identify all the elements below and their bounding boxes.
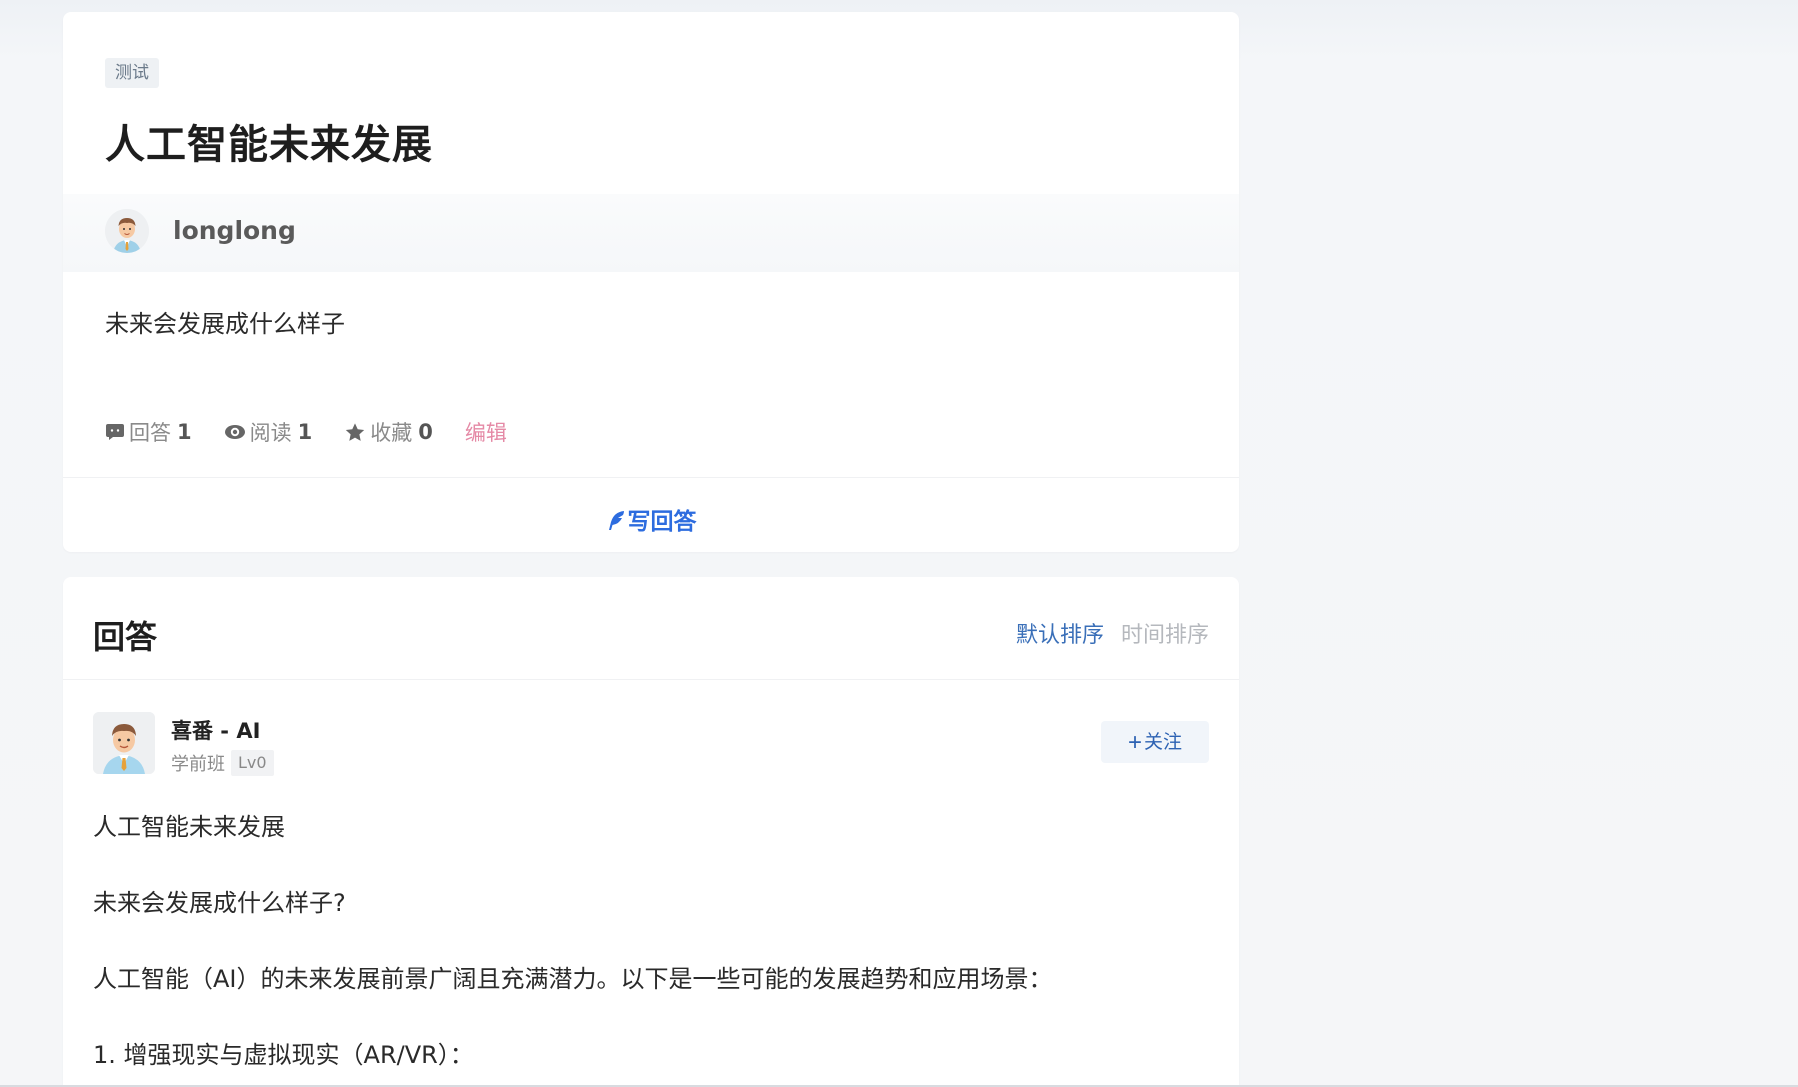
question-title: 人工智能未来发展 — [105, 122, 433, 168]
question-tag[interactable]: 测试 — [105, 58, 159, 88]
author-avatar[interactable] — [105, 209, 149, 253]
answerer-name[interactable]: 喜番 - AI — [171, 715, 260, 745]
stat-answers: 回答 1 — [105, 417, 192, 447]
stat-favorites[interactable]: 收藏 0 — [344, 417, 433, 447]
answers-card: 回答 默认排序 时间排序 喜番 - AI 学前班 Lv0 +关注 人工智能未来 — [63, 577, 1239, 1087]
answerer-level-badge: Lv0 — [231, 750, 274, 776]
follow-button[interactable]: + 关注 — [1101, 721, 1209, 763]
sort-default-tab[interactable]: 默认排序 — [1016, 617, 1104, 649]
follow-label: 关注 — [1144, 732, 1183, 753]
answerer-avatar[interactable] — [93, 712, 155, 774]
star-icon — [344, 422, 366, 443]
comment-icon — [105, 422, 125, 442]
plus-icon: + — [1127, 729, 1142, 756]
answers-divider — [63, 679, 1239, 680]
write-answer-label: 写回答 — [627, 509, 697, 535]
eye-icon — [224, 422, 246, 442]
question-description: 未来会发展成什么样子 — [105, 310, 345, 338]
feather-icon — [606, 510, 626, 538]
edit-link[interactable]: 编辑 — [465, 417, 507, 447]
stat-reads: 阅读 1 — [224, 417, 313, 447]
sort-time-tab[interactable]: 时间排序 — [1121, 617, 1209, 649]
answerer-meta: 学前班 Lv0 — [171, 750, 274, 776]
answers-title: 回答 — [93, 618, 158, 656]
author-name[interactable]: longlong — [173, 216, 296, 245]
stat-answers-count: 1 — [177, 420, 192, 444]
question-divider — [63, 477, 1239, 478]
stat-favorites-count: 0 — [418, 420, 433, 444]
answerer-grade: 学前班 — [171, 754, 225, 775]
answer-paragraph: 人工智能（AI）的未来发展前景广阔且充满潜力。以下是一些可能的发展趋势和应用场景… — [93, 965, 1053, 993]
page: 测试 人工智能未来发展 longlong 未来会发展成什么样子 回答 1 阅读 … — [0, 0, 1798, 1087]
answer-paragraph: 1. 增强现实与虚拟现实（AR/VR）： — [93, 1041, 474, 1069]
avatar-man-icon — [93, 712, 155, 774]
stat-answers-label: 回答 — [129, 421, 171, 445]
question-stats: 回答 1 阅读 1 收藏 0 编辑 — [105, 417, 507, 447]
question-card: 测试 人工智能未来发展 longlong 未来会发展成什么样子 回答 1 阅读 … — [63, 12, 1239, 552]
stat-favorites-label: 收藏 — [370, 421, 413, 445]
answer-paragraph: 未来会发展成什么样子? — [93, 889, 346, 917]
answer-paragraph: 人工智能未来发展 — [93, 813, 285, 841]
avatar-man-icon — [105, 209, 149, 253]
question-author-bar: longlong — [63, 194, 1239, 272]
write-answer-button[interactable]: 写回答 — [63, 502, 1239, 538]
stat-reads-label: 阅读 — [249, 421, 292, 445]
answer-content: 人工智能未来发展 未来会发展成什么样子? 人工智能（AI）的未来发展前景广阔且充… — [93, 809, 1209, 1087]
stat-reads-count: 1 — [297, 420, 313, 444]
